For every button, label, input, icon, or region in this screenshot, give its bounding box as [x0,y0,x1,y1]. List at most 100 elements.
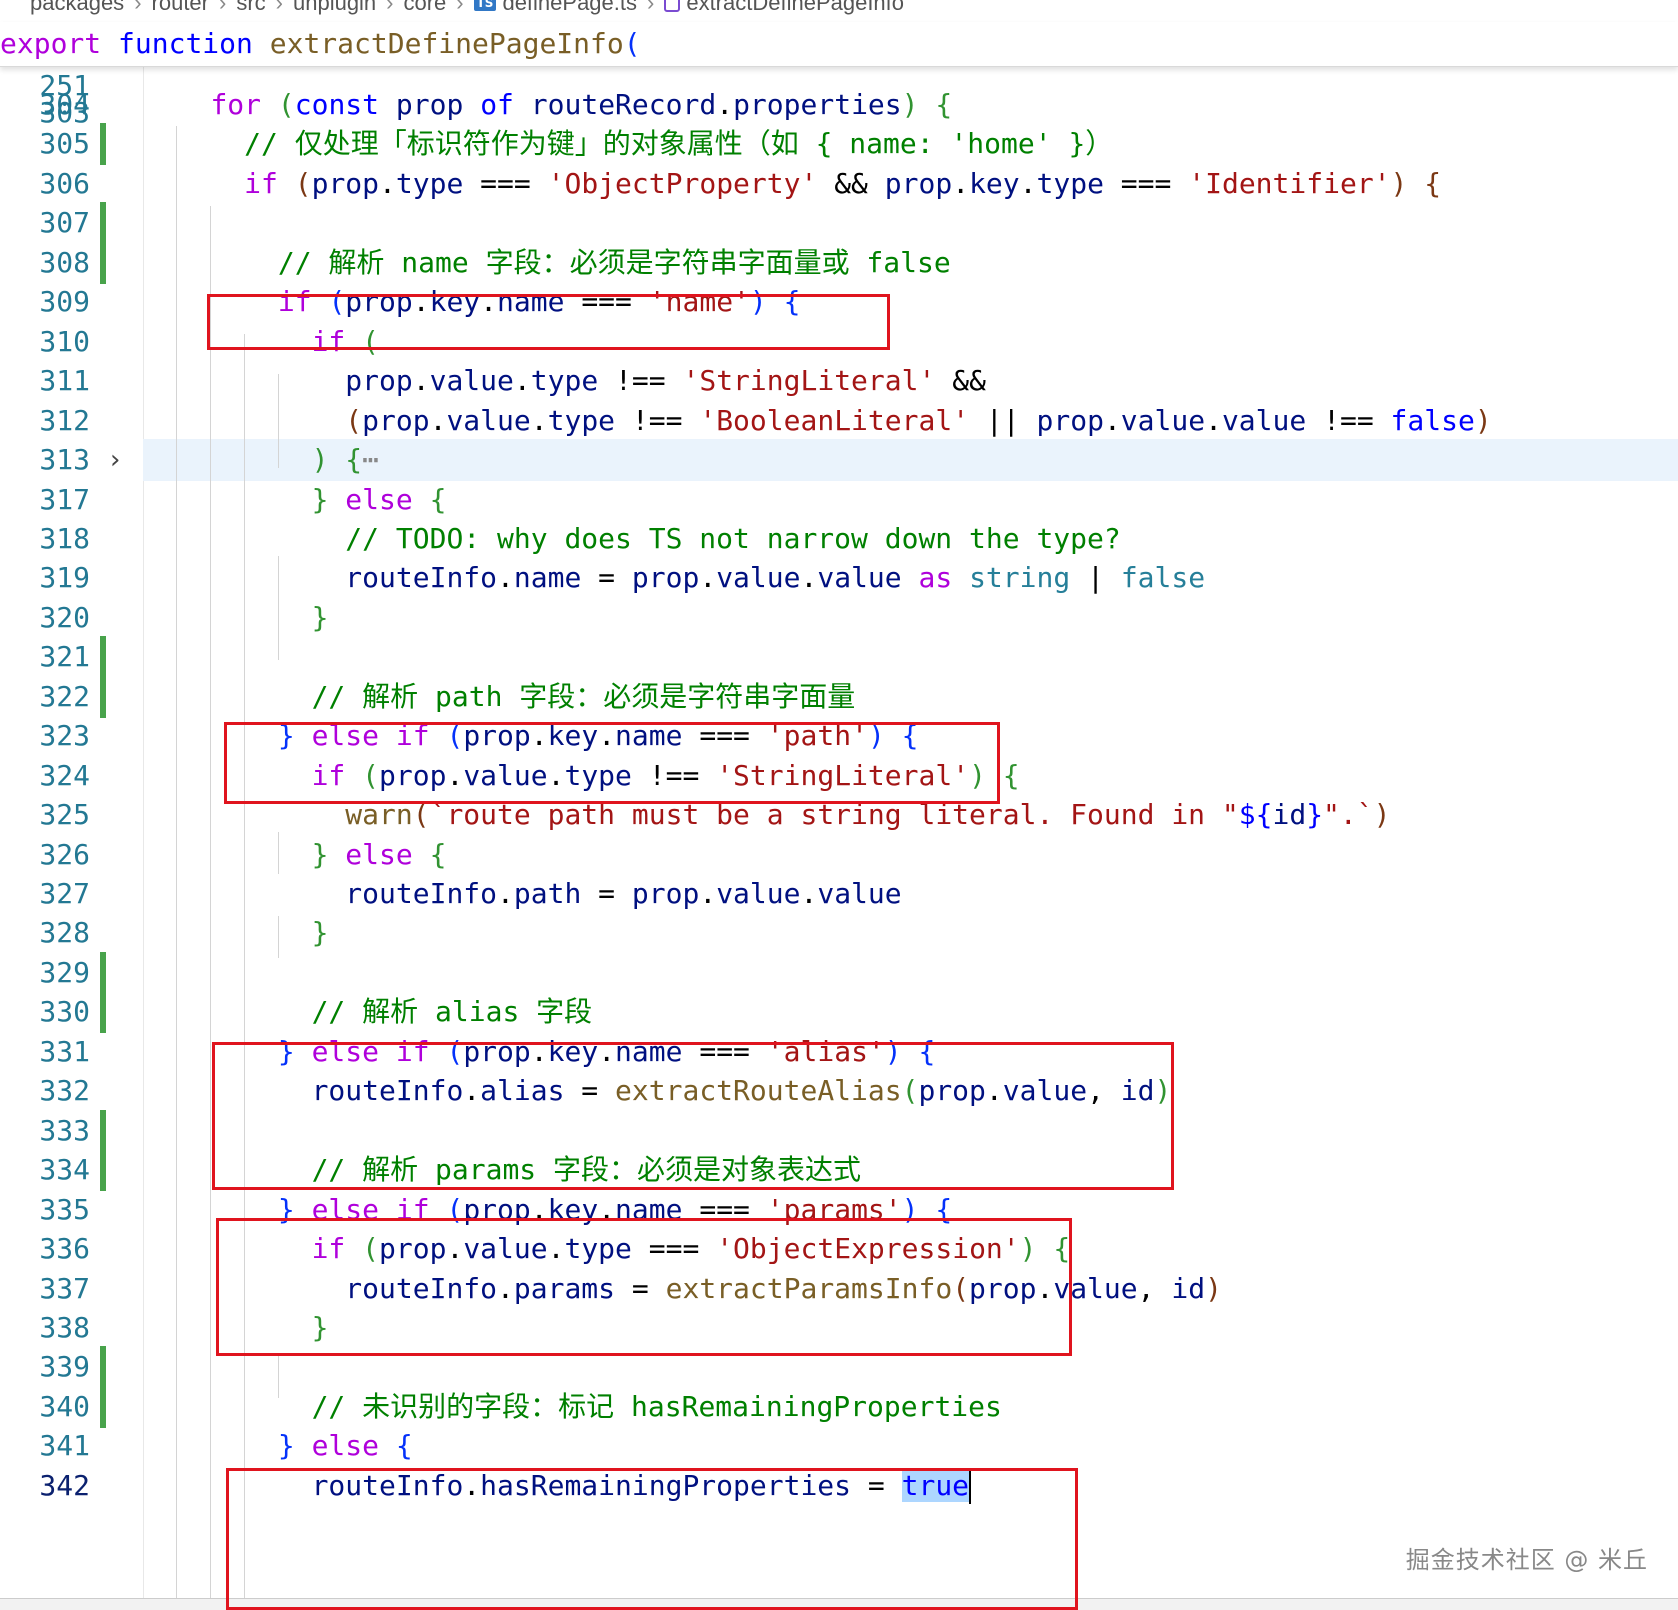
code-token: const [294,88,380,121]
code-line[interactable]: 342 routeInfo.hasRemainingProperties = t… [0,1465,1678,1507]
code-token: string [969,561,1071,595]
modified-line-marker[interactable] [100,1385,106,1428]
code-token: . [497,561,514,595]
code-token: !== [1306,403,1391,437]
modified-line-marker[interactable] [100,636,106,679]
code-line[interactable]: 327 routeInfo.path = prop.value.value [0,873,1678,915]
code-token: prop [379,758,447,792]
breadcrumb-item[interactable]: unplugin [293,0,376,16]
code-token: = [851,1468,902,1502]
line-code: } else { [143,1425,413,1467]
code-line[interactable]: 310 if ( [0,321,1678,363]
folded-region-placeholder[interactable]: ⋯ [362,443,379,476]
code-line[interactable]: 326 } else { [0,834,1678,876]
code-line[interactable]: 305 // 仅处理「标识符作为键」的对象属性（如 { name: 'home'… [0,123,1678,166]
code-line[interactable]: 324 if (prop.value.type !== 'StringLiter… [0,755,1678,797]
code-line[interactable]: 341 } else { [0,1425,1678,1467]
code-token: routeInfo [345,1271,498,1305]
code-line[interactable]: 304 for (const prop of routeRecord.prope… [0,84,1678,126]
line-number: 318 [39,521,90,555]
code-token: . [547,758,565,792]
code-token: { [395,1429,413,1463]
code-line[interactable]: 321 [0,636,1678,679]
breadcrumb-item[interactable]: src [236,0,265,16]
modified-line-marker[interactable] [100,1149,106,1192]
code-line[interactable]: 308 // 解析 name 字段：必须是字符串字面量或 false [0,241,1678,284]
line-number: 313 [39,443,90,477]
code-token: prop [884,166,953,200]
code-line[interactable]: 337 routeInfo.params = extractParamsInfo… [0,1268,1678,1310]
code-line[interactable]: 325 warn(`route path must be a string li… [0,794,1678,836]
breadcrumb-item[interactable]: core [404,0,447,16]
line-number: 326 [39,837,90,871]
code-line[interactable]: 307 [0,202,1678,245]
code-token: value [1221,403,1307,437]
code-token: } [1306,798,1324,832]
modified-line-marker[interactable] [100,241,106,284]
code-line[interactable]: 333 [0,1109,1678,1152]
breadcrumb-item[interactable]: extractDefinePageInfo [686,0,904,16]
line-code: // 解析 params 字段：必须是对象表达式 [143,1149,861,1191]
code-line[interactable]: 319 routeInfo.name = prop.value.value as… [0,557,1678,599]
breadcrumb-item[interactable]: router [152,0,209,16]
breadcrumb-item[interactable]: packages [30,0,124,16]
watermark: 掘金技术社区 @ 米丘 [1405,1546,1648,1574]
code-line[interactable]: 329 [0,951,1678,994]
code-line[interactable]: 312 (prop.value.type !== 'BooleanLiteral… [0,400,1678,442]
modified-line-marker[interactable] [100,202,106,245]
code-line[interactable]: 318 // TODO: why does TS not narrow down… [0,518,1678,560]
code-token: // 解析 name 字段：必须是字符串字面量或 false [277,245,951,279]
code-line[interactable]: 330 // 解析 alias 字段 [0,991,1678,1034]
code-line[interactable]: 336 if (prop.value.type === 'ObjectExpre… [0,1228,1678,1270]
code-line[interactable]: 339 [0,1346,1678,1389]
code-line[interactable]: 334 // 解析 params 字段：必须是对象表达式 [0,1149,1678,1192]
code-token: path [513,877,582,910]
code-token: key [969,166,1020,200]
modified-line-marker[interactable] [100,1346,106,1389]
code-line[interactable]: 311 prop.value.type !== 'StringLiteral' … [0,360,1678,402]
code-line[interactable]: 340 // 未识别的字段：标记 hasRemainingProperties [0,1385,1678,1428]
code-token: . [800,561,818,595]
line-number: 251 [39,69,90,102]
code-line[interactable]: 317 } else { [0,479,1678,521]
code-token: } [277,719,295,753]
code-line[interactable]: 338 } [0,1307,1678,1349]
modified-line-marker[interactable] [100,1109,106,1152]
status-bar [0,1598,1678,1610]
code-line[interactable]: 328 } [0,912,1678,954]
code-token: . [699,561,717,595]
code-line[interactable]: 331 } else if (prop.key.name === 'alias'… [0,1031,1678,1073]
code-line[interactable]: 306 if (prop.type === 'ObjectProperty' &… [0,163,1678,205]
modified-line-marker[interactable] [100,951,106,994]
code-token: if [277,285,312,319]
line-number: 312 [39,403,90,437]
code-line[interactable]: 322 // 解析 path 字段：必须是字符串字面量 [0,675,1678,718]
code-line[interactable]: 332 routeInfo.alias = extractRouteAlias(… [0,1070,1678,1112]
sticky-scroll-header[interactable]: 251 export function extractDefinePageInf… [0,22,1678,102]
code-token: prop [395,88,464,121]
indent-guide [278,916,279,958]
code-line[interactable]: 320 } [0,597,1678,639]
code-token: prop [379,1232,447,1266]
sticky-line[interactable]: 251 export function extractDefinePageInf… [0,23,1678,102]
code-token: name [615,1192,683,1226]
code-token: value [1120,403,1206,437]
code-line[interactable]: 309 if (prop.key.name === 'name') { [0,281,1678,323]
code-line[interactable]: 313 › ) {⋯ [39,439,1678,482]
code-line[interactable]: 335 } else if (prop.key.name === 'params… [0,1189,1678,1231]
code-line[interactable]: 323 } else if (prop.key.name === 'path')… [0,715,1678,757]
code-editor[interactable]: packages › router › src › unplugin › core › TS defi… [0,0,1678,1610]
fold-chevron-icon[interactable]: › [110,439,130,481]
modified-line-marker[interactable] [100,675,106,718]
modified-line-marker[interactable] [100,991,106,1034]
line-code: // TODO: why does TS not narrow down the… [143,518,1120,560]
code-token: hasRemainingProperties [480,1468,852,1502]
breadcrumb-item[interactable]: definePage.ts [502,0,637,16]
code-token: of [480,88,514,121]
